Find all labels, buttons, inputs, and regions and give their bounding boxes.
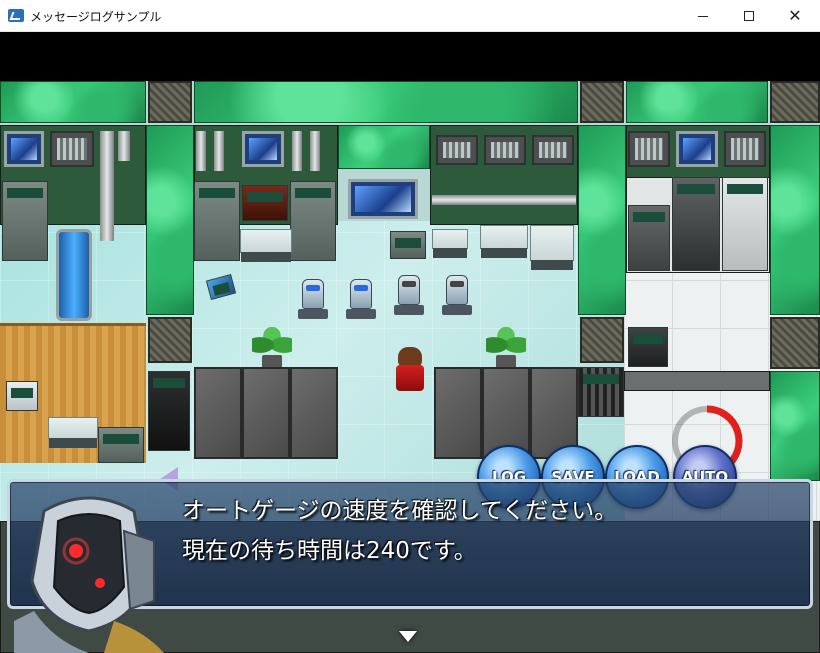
potted-plant	[252, 327, 292, 371]
message-text: オートゲージの速度を確認してください。 現在の待ち時間は240です。	[182, 491, 802, 571]
pipe	[292, 131, 302, 171]
counter	[624, 371, 770, 391]
control-machine	[242, 185, 288, 221]
wall-vent	[436, 135, 478, 165]
wall-green	[626, 81, 768, 123]
maximize-button[interactable]	[726, 0, 772, 32]
game-window: メッセージログサンプル ✕ LOG SAVE LOAD AUTO オートゲージの…	[0, 0, 820, 653]
wall-vent	[50, 131, 94, 167]
wall-green	[146, 125, 194, 315]
wall-vent	[532, 135, 574, 165]
computer-desk	[432, 229, 468, 258]
close-icon: ✕	[788, 6, 802, 25]
close-button[interactable]: ✕	[772, 0, 818, 32]
control-machine	[390, 231, 426, 259]
window-title: メッセージログサンプル	[30, 10, 162, 24]
storage-crate	[242, 367, 290, 459]
computer-desk	[480, 225, 528, 258]
pipe	[196, 131, 206, 171]
wall-green	[770, 125, 820, 315]
game-canvas[interactable]: LOG SAVE LOAD AUTO オートゲージの速度を確認してください。 現…	[0, 33, 820, 653]
pipe	[310, 131, 320, 171]
server-rack	[578, 367, 624, 417]
title-bar[interactable]: メッセージログサンプル ✕	[0, 0, 820, 32]
minimize-button[interactable]	[680, 0, 726, 32]
wall-green	[194, 81, 578, 123]
maximize-icon	[744, 11, 754, 21]
computer-desk	[240, 229, 292, 262]
wall-green	[578, 125, 626, 315]
pipe	[118, 131, 130, 161]
potted-plant	[486, 327, 526, 371]
floor-grate	[770, 81, 820, 123]
floor-grate	[148, 81, 192, 123]
wall-green	[338, 125, 430, 169]
wall-vent	[628, 131, 670, 167]
robot-npc[interactable]	[392, 269, 426, 317]
robot-npc[interactable]	[296, 273, 330, 321]
control-machine	[290, 181, 336, 261]
minimize-icon	[698, 15, 708, 17]
wall-green	[770, 371, 820, 481]
control-machine	[194, 181, 240, 261]
message-line-1: オートゲージの速度を確認してください。	[182, 498, 618, 524]
control-machine	[98, 427, 144, 463]
computer-terminal	[6, 381, 38, 411]
storage-crate	[434, 367, 482, 459]
message-line-2: 現在の待ち時間は240です。	[182, 538, 477, 564]
floor-grate	[148, 317, 192, 363]
specimen-capsule	[56, 229, 92, 321]
wall-vent	[724, 131, 766, 167]
locker	[672, 177, 720, 271]
storage-crate	[194, 367, 242, 459]
server-rack	[148, 371, 190, 451]
pause-cursor-icon	[399, 631, 417, 642]
pipe	[100, 131, 114, 241]
wall-green	[0, 81, 146, 123]
wall-vent	[484, 135, 526, 165]
robot-npc[interactable]	[344, 273, 378, 321]
storage-crate	[290, 367, 338, 459]
computer-desk	[48, 417, 98, 448]
robot-portrait	[14, 496, 164, 653]
wall-monitor	[676, 131, 718, 167]
player-character	[394, 347, 426, 393]
shelf	[722, 177, 768, 271]
robot-npc[interactable]	[440, 269, 474, 317]
wall-monitor	[4, 131, 44, 167]
wall-monitor	[242, 131, 284, 167]
floor-grate	[580, 317, 624, 363]
pipe	[432, 195, 576, 205]
floor-grate	[770, 317, 820, 369]
wall-monitor	[348, 179, 418, 219]
laptop-desk	[530, 225, 574, 270]
vending-machine	[628, 327, 668, 367]
floor-grate	[580, 81, 624, 123]
pipe	[214, 131, 224, 171]
control-machine	[2, 181, 48, 261]
app-icon	[8, 9, 24, 22]
locker	[628, 205, 670, 271]
